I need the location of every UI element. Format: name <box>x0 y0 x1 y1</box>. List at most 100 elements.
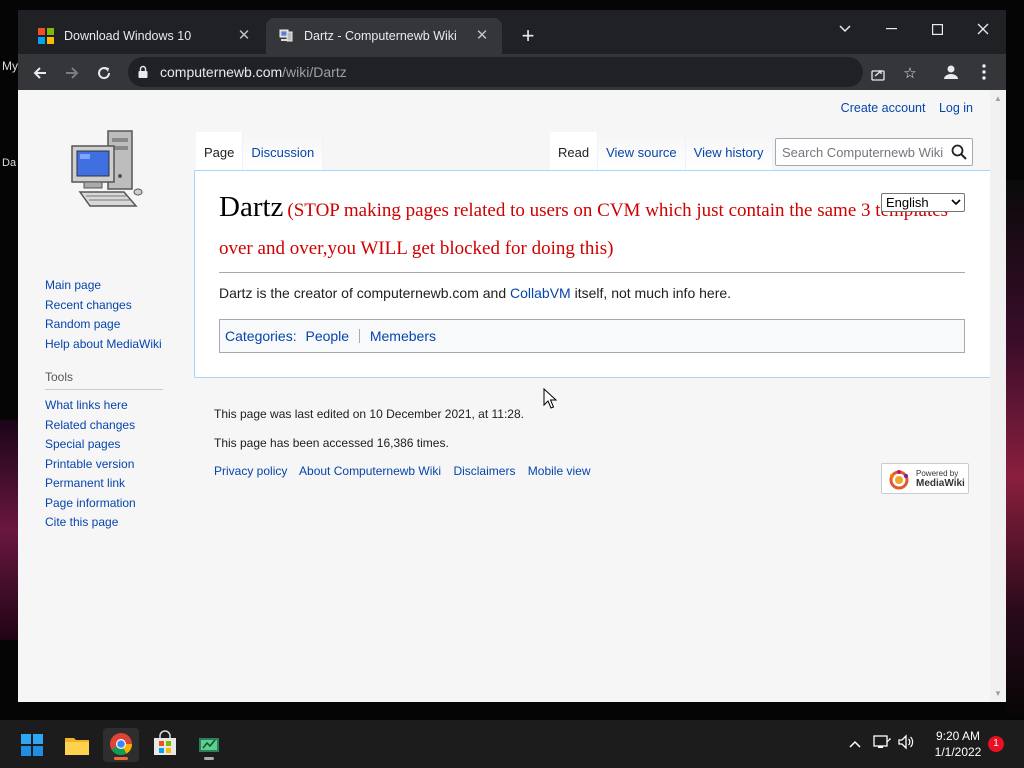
footer-info: This page was last edited on 10 December… <box>214 404 524 462</box>
site-logo[interactable] <box>66 126 146 216</box>
url-text[interactable]: computernewb.com/wiki/Dartz <box>160 64 347 80</box>
create-account-link[interactable]: Create account <box>841 101 926 115</box>
search-input[interactable]: Search Computernewb Wiki <box>775 138 973 166</box>
mediawiki-text: MediaWiki <box>916 478 965 489</box>
scrollbar[interactable]: ▲ ▼ <box>990 90 1006 702</box>
back-icon[interactable] <box>26 58 54 86</box>
share-icon[interactable] <box>865 61 891 87</box>
footer-links: Privacy policy About Computernewb Wiki D… <box>214 464 600 478</box>
language-select-value: English <box>886 195 929 210</box>
tab-page[interactable]: Page <box>196 132 244 170</box>
browser-toolbar: computernewb.com/wiki/Dartz ☆ <box>18 54 1006 90</box>
chrome-icon[interactable] <box>103 728 139 762</box>
sidebar-item-related-changes[interactable]: Related changes <box>45 416 195 436</box>
desktop-icon-label[interactable]: Da <box>2 157 16 169</box>
tab-discussion[interactable]: Discussion <box>243 132 324 170</box>
minimize-icon[interactable] <box>868 14 914 42</box>
sidebar-item-what-links-here[interactable]: What links here <box>45 396 195 416</box>
sidebar-item-printable-version[interactable]: Printable version <box>45 455 195 475</box>
star-icon[interactable]: ☆ <box>897 61 923 87</box>
sidebar-item-recent-changes[interactable]: Recent changes <box>45 296 195 316</box>
clock-date: 1/1/2022 <box>934 745 982 759</box>
language-select[interactable]: English <box>881 193 965 212</box>
article-body: Dartz is the creator of computernewb.com… <box>219 285 731 301</box>
network-icon[interactable] <box>873 734 891 752</box>
close-window-icon[interactable] <box>960 14 1006 42</box>
browser-window: Download Windows 10 ✕ Dartz - Computerne… <box>18 10 1006 702</box>
scroll-up-icon[interactable]: ▲ <box>994 94 1002 103</box>
chevron-down-icon <box>951 194 961 217</box>
desktop-icon-label[interactable]: My <box>2 59 18 73</box>
tab-view-source[interactable]: View source <box>598 132 686 170</box>
close-icon[interactable]: ✕ <box>474 28 490 44</box>
address-bar[interactable]: computernewb.com/wiki/Dartz ☆ <box>128 57 917 87</box>
url-host: computernewb.com <box>160 64 283 80</box>
running-indicator <box>204 757 214 760</box>
scroll-down-icon[interactable]: ▼ <box>994 689 1002 698</box>
mouse-cursor-icon <box>543 388 557 409</box>
footer-link-privacy[interactable]: Privacy policy <box>214 464 287 478</box>
tab-strip: Download Windows 10 ✕ Dartz - Computerne… <box>18 10 1006 54</box>
sidebar: Main page Recent changes Random page Hel… <box>45 276 195 533</box>
chevron-up-icon[interactable] <box>846 734 864 752</box>
sidebar-item-special-pages[interactable]: Special pages <box>45 435 195 455</box>
view-tabs: Read View source View history <box>550 132 773 170</box>
namespace-tabs: Page Discussion <box>196 132 324 170</box>
footer-link-about[interactable]: About Computernewb Wiki <box>299 464 441 478</box>
clock-time: 9:20 AM <box>935 729 981 743</box>
lock-icon[interactable] <box>138 65 148 79</box>
windows-logo-icon <box>38 28 54 44</box>
browser-tab-active[interactable]: Dartz - Computernewb Wiki ✕ <box>266 18 502 54</box>
search-icon[interactable] <box>951 144 967 160</box>
tab-title: Dartz - Computernewb Wiki <box>304 29 457 43</box>
sidebar-item-cite-this-page[interactable]: Cite this page <box>45 513 195 533</box>
body-text: itself, not much info here. <box>570 285 732 301</box>
login-link[interactable]: Log in <box>939 101 973 115</box>
footer-link-mobile-view[interactable]: Mobile view <box>528 464 591 478</box>
start-icon[interactable] <box>14 728 50 762</box>
system-clock[interactable]: 9:20 AM 1/1/2022 <box>922 728 994 760</box>
store-icon[interactable] <box>147 728 183 762</box>
notification-badge[interactable]: 1 <box>988 736 1004 752</box>
tab-title: Download Windows 10 <box>64 29 192 43</box>
category-link[interactable]: Memebers <box>370 328 436 344</box>
taskbar: 9:20 AM 1/1/2022 1 <box>0 720 1024 768</box>
tab-read[interactable]: Read <box>550 132 599 170</box>
new-tab-button[interactable]: + <box>516 24 540 48</box>
active-indicator <box>114 757 128 760</box>
wallpaper-left <box>0 420 18 640</box>
collabvm-link[interactable]: CollabVM <box>510 285 571 301</box>
file-explorer-icon[interactable] <box>59 728 95 762</box>
sidebar-item-main-page[interactable]: Main page <box>45 276 195 296</box>
volume-icon[interactable] <box>897 734 915 752</box>
maximize-icon[interactable] <box>914 14 960 42</box>
main-content: Dartz (STOP making pages related to user… <box>194 170 990 378</box>
categories-label[interactable]: Categories: <box>225 328 297 344</box>
category-separator <box>358 329 360 343</box>
personal-tools: Create account Log in <box>831 101 973 115</box>
tab-view-history[interactable]: View history <box>685 132 773 170</box>
search-placeholder: Search Computernewb Wiki <box>782 145 944 160</box>
page-viewport: Create account Log in Main page Recent c… <box>18 90 1006 702</box>
sidebar-item-permanent-link[interactable]: Permanent link <box>45 474 195 494</box>
mediawiki-logo-icon <box>889 470 909 490</box>
last-edited-text: This page was last edited on 10 December… <box>214 407 524 421</box>
app-icon[interactable] <box>191 728 227 762</box>
sidebar-item-page-information[interactable]: Page information <box>45 494 195 514</box>
category-link[interactable]: People <box>305 328 349 344</box>
profile-icon[interactable] <box>938 59 964 85</box>
reload-icon[interactable] <box>90 58 118 86</box>
close-icon[interactable]: ✕ <box>236 28 252 44</box>
page-title-main: Dartz <box>219 191 284 223</box>
menu-icon[interactable] <box>971 59 997 85</box>
browser-tab[interactable]: Download Windows 10 ✕ <box>26 18 264 54</box>
sidebar-item-help[interactable]: Help about MediaWiki <box>45 335 195 355</box>
tab-search-icon[interactable] <box>822 14 868 42</box>
page-title-warning: (STOP making pages related to users on C… <box>219 200 949 259</box>
body-text: Dartz is the creator of computernewb.com… <box>219 285 511 301</box>
powered-by-text: Powered by <box>916 469 959 478</box>
powered-by-mediawiki-badge[interactable]: Powered by MediaWiki <box>881 463 969 494</box>
sidebar-item-random-page[interactable]: Random page <box>45 315 195 335</box>
footer-link-disclaimers[interactable]: Disclaimers <box>453 464 515 478</box>
forward-icon[interactable] <box>58 58 86 86</box>
